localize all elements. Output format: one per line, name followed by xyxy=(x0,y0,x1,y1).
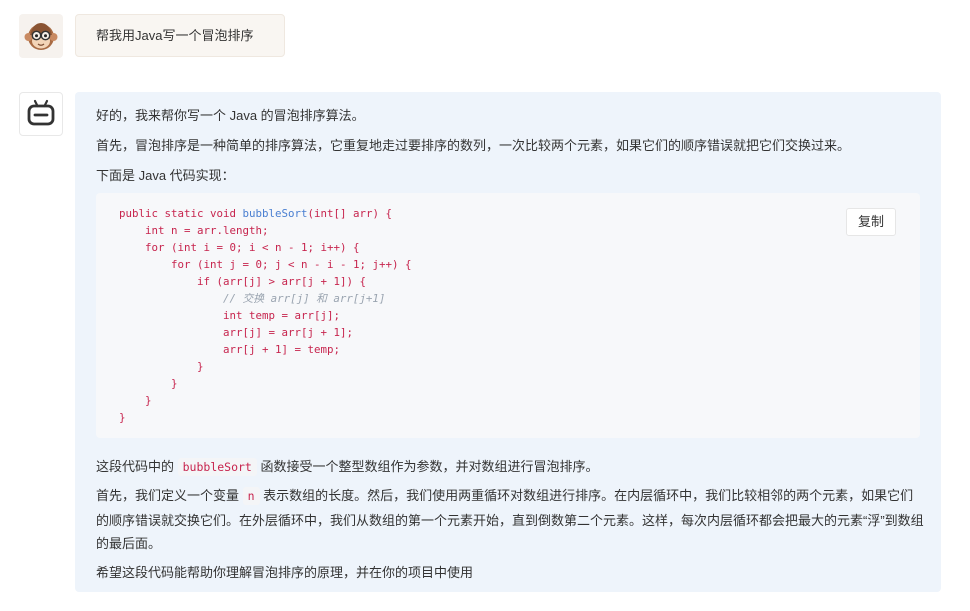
bot-intro-text: 好的，我来帮你写一个 Java 的冒泡排序算法。 xyxy=(96,108,365,123)
code-line: for (int i = 0; i < n - 1; i++) { xyxy=(119,241,360,254)
code-block: public static void bubbleSort(int[] arr)… xyxy=(96,193,920,438)
bot-message-bubble: 好的，我来帮你写一个 Java 的冒泡排序算法。 首先，冒泡排序是一种简单的排序… xyxy=(75,92,941,592)
user-message-text: 帮我用Java写一个冒泡排序 xyxy=(96,28,254,43)
code-content: public static void bubbleSort(int[] arr)… xyxy=(119,205,412,426)
bot-closing-text: 希望这段代码能帮助你理解冒泡排序的原理，并在你的项目中使用 xyxy=(96,565,474,580)
code-lead-text: 下面是 Java 代码实现： xyxy=(96,168,235,183)
code-line: int temp = arr[j]; xyxy=(119,309,341,322)
copy-code-button[interactable]: 复制 xyxy=(846,208,896,236)
summary-prefix: 这段代码中的 xyxy=(96,459,178,474)
summary-suffix: 函数接受一个整型数组作为参数，并对数组进行冒泡排序。 xyxy=(256,459,599,474)
inline-code-variable: n xyxy=(242,487,260,505)
code-line: int n = arr.length; xyxy=(119,224,269,237)
monkey-avatar-icon xyxy=(19,14,63,58)
code-line: } xyxy=(119,394,152,407)
code-line: arr[j] = arr[j + 1]; xyxy=(119,326,354,339)
code-line: for (int j = 0; j < n - i - 1; j++) { xyxy=(119,258,412,271)
code-function-name: bubbleSort xyxy=(242,207,308,220)
code-line: } xyxy=(119,411,126,424)
bot-detail-paragraph: 首先，我们定义一个变量 n 表示数组的长度。然后，我们使用两重循环对数组进行排序… xyxy=(96,484,926,556)
code-comment: // 交换 arr[j] 和 arr[j+1] xyxy=(119,292,386,305)
bot-explanation-text: 首先，冒泡排序是一种简单的排序算法，它重复地走过要排序的数列，一次比较两个元素，… xyxy=(96,138,851,153)
detail-prefix: 首先，我们定义一个变量 xyxy=(96,488,243,503)
code-line: (int[] arr) { xyxy=(307,207,393,220)
code-line: } xyxy=(119,360,204,373)
inline-code-function: bubbleSort xyxy=(177,458,257,476)
code-line: arr[j + 1] = temp; xyxy=(119,343,341,356)
bot-summary-text: 这段代码中的 bubbleSort 函数接受一个整型数组作为参数，并对数组进行冒… xyxy=(96,456,599,476)
code-line: if (arr[j] > arr[j + 1]) { xyxy=(119,275,367,288)
code-line: public static void xyxy=(119,207,243,220)
robot-avatar-icon xyxy=(19,92,63,136)
code-line: } xyxy=(119,377,178,390)
user-message-bubble: 帮我用Java写一个冒泡排序 xyxy=(75,14,285,57)
